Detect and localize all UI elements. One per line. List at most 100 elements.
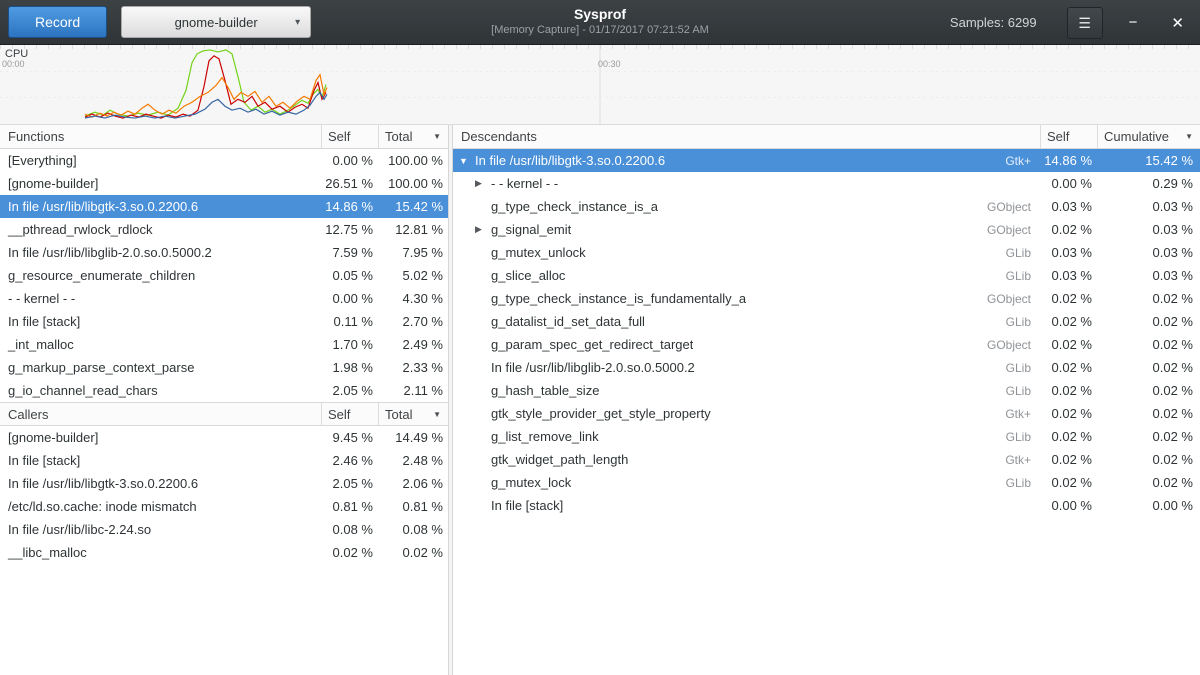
table-row[interactable]: g_mutex_unlockGLib0.03 %0.03 % [453, 241, 1200, 264]
table-row[interactable]: In file /usr/lib/libc-2.24.so0.08 %0.08 … [0, 518, 448, 541]
cpu-usage-chart [0, 45, 1200, 124]
callers-table: [gnome-builder]9.45 %14.49 %In file [sta… [0, 426, 448, 564]
total-percent-cell: 2.70 % [378, 314, 448, 329]
total-column-label: Total [385, 407, 412, 422]
table-row[interactable]: In file /usr/lib/libgtk-3.so.0.2200.614.… [0, 195, 448, 218]
table-row[interactable]: g_slice_allocGLib0.03 %0.03 % [453, 264, 1200, 287]
table-row[interactable]: g_hash_table_sizeGLib0.02 %0.02 % [453, 379, 1200, 402]
timeline-mid-label: 00:30 [598, 59, 621, 69]
cumulative-percent-cell: 0.02 % [1097, 406, 1200, 421]
table-row[interactable]: g_list_remove_linkGLib0.02 %0.02 % [453, 425, 1200, 448]
cumulative-percent-cell: 0.02 % [1097, 360, 1200, 375]
library-category-label: GLib [1006, 361, 1040, 375]
table-row[interactable]: gtk_style_provider_get_style_propertyGtk… [453, 402, 1200, 425]
library-category-label: GObject [987, 223, 1040, 237]
cumulative-percent-cell: 0.03 % [1097, 222, 1200, 237]
table-row[interactable]: g_type_check_instance_is_fundamentally_a… [453, 287, 1200, 310]
cumulative-percent-cell: 0.02 % [1097, 314, 1200, 329]
cumulative-percent-cell: 0.02 % [1097, 337, 1200, 352]
self-percent-cell: 7.59 % [321, 245, 378, 260]
cumulative-column-label: Cumulative [1104, 129, 1169, 144]
table-row[interactable]: __pthread_rwlock_rdlock12.75 %12.81 % [0, 218, 448, 241]
table-row[interactable]: gtk_widget_path_lengthGtk+0.02 %0.02 % [453, 448, 1200, 471]
function-name-cell: - - kernel - - [0, 291, 321, 306]
total-percent-cell: 7.95 % [378, 245, 448, 260]
function-name-cell: /etc/ld.so.cache: inode mismatch [0, 499, 321, 514]
function-name-cell: g_list_remove_linkGLib [453, 429, 1040, 444]
record-button[interactable]: Record [8, 6, 107, 38]
function-name-cell: In file /usr/lib/libc-2.24.so [0, 522, 321, 537]
table-row[interactable]: In file /usr/lib/libgtk-3.so.0.2200.62.0… [0, 472, 448, 495]
self-percent-cell: 0.08 % [321, 522, 378, 537]
table-row[interactable]: - - kernel - -0.00 %4.30 % [0, 287, 448, 310]
table-row[interactable]: ▶g_signal_emitGObject0.02 %0.03 % [453, 218, 1200, 241]
table-row[interactable]: ▶- - kernel - -0.00 %0.29 % [453, 172, 1200, 195]
minimize-button[interactable]: − [1123, 10, 1144, 35]
table-row[interactable]: g_mutex_lockGLib0.02 %0.02 % [453, 471, 1200, 494]
expand-arrow-icon[interactable]: ▶ [475, 178, 491, 189]
process-selector-label: gnome-builder [175, 15, 258, 30]
self-column-header[interactable]: Self [321, 403, 378, 425]
functions-column-header[interactable]: Functions [0, 125, 321, 148]
function-name: gtk_style_provider_get_style_property [491, 406, 711, 421]
function-name: gtk_widget_path_length [491, 452, 628, 467]
table-row[interactable]: In file [stack]2.46 %2.48 % [0, 449, 448, 472]
function-name: g_type_check_instance_is_fundamentally_a [491, 291, 746, 306]
collapse-arrow-icon[interactable]: ▼ [459, 156, 475, 166]
table-row[interactable]: g_param_spec_get_redirect_targetGObject0… [453, 333, 1200, 356]
library-category-label: GLib [1006, 246, 1040, 260]
table-row[interactable]: g_type_check_instance_is_aGObject0.03 %0… [453, 195, 1200, 218]
table-row[interactable]: g_resource_enumerate_children0.05 %5.02 … [0, 264, 448, 287]
total-percent-cell: 0.02 % [378, 545, 448, 560]
self-column-header[interactable]: Self [1040, 125, 1097, 148]
table-row[interactable]: In file /usr/lib/libglib-2.0.so.0.5000.2… [453, 356, 1200, 379]
library-category-label: GLib [1006, 315, 1040, 329]
window-subtitle: [Memory Capture] - 01/17/2017 07:21:52 A… [491, 23, 709, 38]
table-row[interactable]: In file /usr/lib/libglib-2.0.so.0.5000.2… [0, 241, 448, 264]
table-row[interactable]: [gnome-builder]26.51 %100.00 % [0, 172, 448, 195]
total-column-header[interactable]: Total ▼ [378, 403, 448, 425]
table-row[interactable]: [gnome-builder]9.45 %14.49 % [0, 426, 448, 449]
table-row[interactable]: g_datalist_id_set_data_fullGLib0.02 %0.0… [453, 310, 1200, 333]
table-row[interactable]: __libc_malloc0.02 %0.02 % [0, 541, 448, 564]
cpu-timeline-graph[interactable]: CPU 00:00 00:30 [0, 45, 1200, 125]
self-percent-cell: 0.02 % [1040, 383, 1097, 398]
table-row[interactable]: ▼In file /usr/lib/libgtk-3.so.0.2200.6Gt… [453, 149, 1200, 172]
descendants-column-header[interactable]: Descendants [453, 125, 1040, 148]
callers-column-header[interactable]: Callers [0, 403, 321, 425]
table-row[interactable]: g_io_channel_read_chars2.05 %2.11 % [0, 379, 448, 402]
total-column-header[interactable]: Total ▼ [378, 125, 448, 148]
cumulative-percent-cell: 0.02 % [1097, 291, 1200, 306]
self-percent-cell: 0.03 % [1040, 268, 1097, 283]
timeline-start-label: 00:00 [2, 59, 25, 69]
total-percent-cell: 100.00 % [378, 176, 448, 191]
total-percent-cell: 15.42 % [378, 199, 448, 214]
self-column-header[interactable]: Self [321, 125, 378, 148]
expand-arrow-icon[interactable]: ▶ [475, 224, 491, 235]
hamburger-icon: ☰ [1078, 15, 1091, 31]
sort-arrow-icon: ▼ [433, 132, 441, 141]
process-selector-dropdown[interactable]: gnome-builder ▾ [121, 6, 311, 38]
function-name: In file /usr/lib/libglib-2.0.so.0.5000.2 [491, 360, 695, 375]
self-percent-cell: 0.00 % [1040, 498, 1097, 513]
cumulative-percent-cell: 0.29 % [1097, 176, 1200, 191]
close-button[interactable]: ✕ [1165, 10, 1190, 36]
cumulative-column-header[interactable]: Cumulative ▼ [1097, 125, 1200, 148]
self-percent-cell: 14.86 % [1040, 153, 1097, 168]
function-name-cell: __libc_malloc [0, 545, 321, 560]
table-row[interactable]: In file [stack]0.11 %2.70 % [0, 310, 448, 333]
function-name-cell: ▶- - kernel - - [453, 176, 1040, 191]
table-row[interactable]: In file [stack]0.00 %0.00 % [453, 494, 1200, 517]
menu-button[interactable]: ☰ [1067, 7, 1103, 39]
function-name: In file [stack] [491, 498, 563, 513]
table-row[interactable]: g_markup_parse_context_parse1.98 %2.33 % [0, 356, 448, 379]
table-row[interactable]: /etc/ld.so.cache: inode mismatch0.81 %0.… [0, 495, 448, 518]
library-category-label: GLib [1006, 430, 1040, 444]
library-category-label: Gtk+ [1005, 154, 1040, 168]
function-name: g_datalist_id_set_data_full [491, 314, 645, 329]
table-row[interactable]: _int_malloc1.70 %2.49 % [0, 333, 448, 356]
cumulative-percent-cell: 0.02 % [1097, 475, 1200, 490]
table-row[interactable]: [Everything]0.00 %100.00 % [0, 149, 448, 172]
library-category-label: GLib [1006, 384, 1040, 398]
function-name: g_mutex_lock [491, 475, 571, 490]
